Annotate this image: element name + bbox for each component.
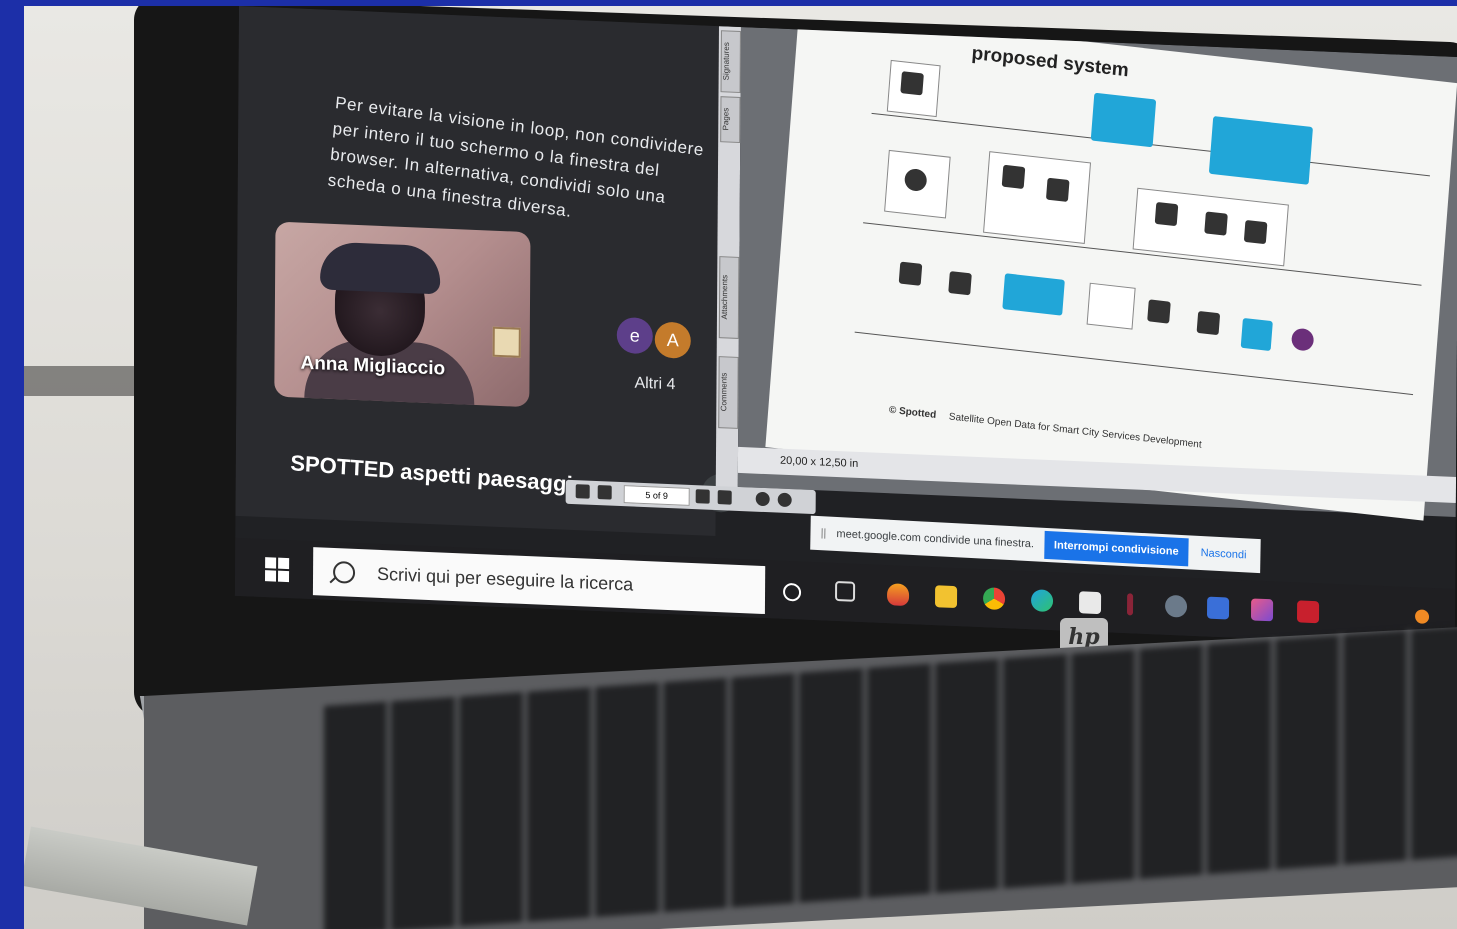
photo-frame: Per evitare la visione in loop, non cond… xyxy=(24,6,1457,929)
page-number-field[interactable]: 5 of 9 xyxy=(623,485,690,506)
stop-sharing-button[interactable]: Interrompi condivisione xyxy=(1043,530,1189,567)
others-count: Altri 4 xyxy=(634,374,676,394)
loop-warning-text: Per evitare la visione in loop, non cond… xyxy=(327,93,705,221)
tab-comments[interactable]: Comments xyxy=(718,356,739,429)
tab-signatures[interactable]: Signatures xyxy=(720,30,741,94)
drag-handle-icon[interactable]: || xyxy=(816,527,830,540)
slide-title: proposed system xyxy=(970,42,1130,82)
slide-footer-brand: © Spotted xyxy=(888,404,937,421)
diagram-icon xyxy=(1147,299,1171,324)
slide-footer: © Spotted Satellite Open Data for Smart … xyxy=(888,405,1202,451)
back-view-icon[interactable] xyxy=(755,491,770,507)
diagram-icon xyxy=(1001,164,1026,190)
share-banner-text: meet.google.com condivide una finestra. xyxy=(836,527,1035,551)
chrome-icon[interactable] xyxy=(982,587,1006,611)
avatar-e[interactable]: e xyxy=(616,316,653,355)
diagram-accent-box xyxy=(1240,317,1273,352)
edge-icon[interactable] xyxy=(1030,589,1054,613)
diagram-box xyxy=(1086,282,1136,330)
meet-panel: Per evitare la visione in loop, non cond… xyxy=(235,6,740,536)
participant-tile[interactable]: Anna Migliaccio xyxy=(274,221,531,408)
diagram-icon xyxy=(1045,177,1070,203)
diagram-accent-box xyxy=(1090,92,1157,148)
cortana-icon[interactable] xyxy=(782,582,802,602)
windows-start-icon[interactable] xyxy=(264,557,290,583)
diagram-box xyxy=(983,151,1092,245)
diagram-accent-box xyxy=(1002,273,1065,316)
lane-divider xyxy=(854,331,1414,396)
settings-app-icon[interactable] xyxy=(1164,594,1188,618)
diagram-icon xyxy=(1243,219,1268,245)
tab-pages[interactable]: Pages xyxy=(720,96,741,144)
diagram-icon xyxy=(1204,211,1228,236)
diagram-accent-box xyxy=(1208,115,1313,185)
meeting-title: SPOTTED aspetti paesaggio xyxy=(289,450,587,498)
pen-app-icon[interactable] xyxy=(1126,593,1134,616)
diagram-icon xyxy=(1290,327,1315,352)
pdf-side-tabs: Signatures Pages Attachments Comments xyxy=(715,26,741,497)
forward-view-icon[interactable] xyxy=(777,492,792,508)
slide-footer-text: Satellite Open Data for Smart City Servi… xyxy=(948,411,1202,451)
shield-icon[interactable] xyxy=(1206,596,1230,620)
hide-banner-button[interactable]: Nascondi xyxy=(1201,547,1247,561)
laptop-screen: Per evitare la visione in loop, non cond… xyxy=(234,6,1457,647)
search-placeholder: Scrivi qui per eseguire la ricerca xyxy=(377,563,634,595)
participant-hat xyxy=(320,241,441,295)
first-page-icon[interactable] xyxy=(575,484,590,499)
next-page-icon[interactable] xyxy=(695,489,710,504)
tab-attachments[interactable]: Attachments xyxy=(718,256,740,339)
pdf-reader-icon[interactable] xyxy=(1296,600,1320,624)
avatar-a[interactable]: A xyxy=(654,321,691,359)
tray-icon[interactable] xyxy=(1415,609,1430,624)
diagram-icon xyxy=(898,261,923,286)
wall-picture xyxy=(492,326,521,358)
task-view-icon[interactable] xyxy=(835,580,856,602)
last-page-icon[interactable] xyxy=(717,490,732,505)
search-icon xyxy=(332,560,356,584)
app-flame-icon[interactable] xyxy=(886,583,910,607)
file-explorer-icon[interactable] xyxy=(934,585,958,609)
diagram-icon xyxy=(1196,310,1221,336)
diagram-icon xyxy=(900,71,924,96)
diagram-icon xyxy=(948,271,972,296)
slide-page: proposed system © Spotted Satellite Open… xyxy=(765,9,1457,521)
diagram-icon xyxy=(1154,201,1179,227)
photos-icon[interactable] xyxy=(1250,598,1274,622)
pdf-viewer: proposed system © Spotted Satellite Open… xyxy=(737,9,1457,521)
store-icon[interactable] xyxy=(1078,591,1102,615)
page-size-readout: 20,00 x 12,50 in xyxy=(779,454,859,470)
previous-page-icon[interactable] xyxy=(597,485,612,500)
